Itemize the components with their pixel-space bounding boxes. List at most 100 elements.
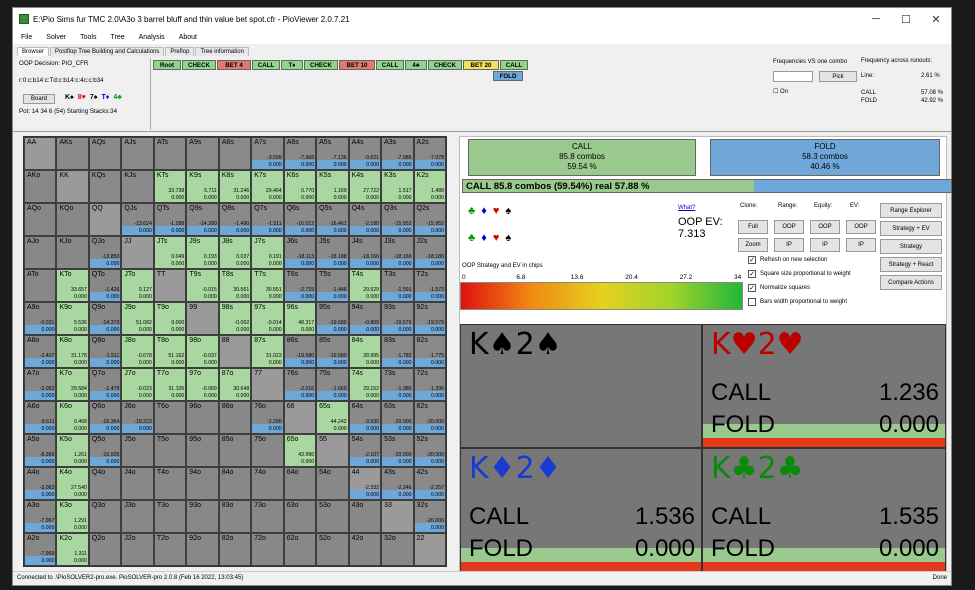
hand-cell[interactable]: 44 -2.332 0.000 (348, 467, 382, 500)
hand-cell[interactable]: J5o (121, 434, 154, 467)
hand-cell[interactable]: 52o (316, 533, 349, 566)
hand-cell[interactable]: T9o 0.000 0.000 (153, 302, 187, 335)
hand-cell[interactable]: T7o 31.105 0.000 (153, 368, 187, 401)
hand-cell[interactable]: 55 (316, 434, 349, 467)
hand-cell[interactable]: 53o (316, 500, 349, 533)
range-oop-button[interactable]: OOP (774, 220, 804, 234)
club-icon[interactable]: ♣ (468, 232, 475, 244)
hand-cell[interactable]: 65o 43.996 0.000 (283, 434, 317, 467)
option-checkbox[interactable]: ✓ Refresh on new selection (748, 256, 827, 264)
hand-cell[interactable]: Q9o -14.373 0.000 (88, 302, 122, 335)
menu-item-about[interactable]: About (179, 34, 197, 41)
hand-cell[interactable]: 62s -20.000 0.000 (413, 401, 446, 434)
hand-cell[interactable]: 87s 31.023 0.000 (251, 335, 284, 368)
hand-cell[interactable]: 33 (381, 500, 414, 533)
spade-icon[interactable]: ♠ (505, 232, 511, 244)
hand-cell[interactable]: QTo -1.426 0.000 (88, 269, 122, 302)
what-link[interactable]: What? (678, 205, 695, 211)
hand-cell[interactable]: 66 (283, 401, 317, 434)
hand-cell[interactable]: A6s -7.968 0.000 (283, 137, 317, 170)
hand-cell[interactable]: Q6s -16.012 0.000 (283, 203, 317, 236)
hand-cell[interactable]: 32s -20.000 0.000 (413, 500, 446, 533)
hand-cell[interactable]: A4o -3.063 0.000 (24, 467, 57, 500)
hand-cell[interactable]: 74s 29.152 0.000 (348, 368, 382, 401)
hand-cell[interactable]: 43s -2.246 0.000 (381, 467, 414, 500)
tree-node[interactable]: FOLD (493, 71, 523, 81)
hand-cell[interactable]: J9s 0.193 0.000 (186, 236, 219, 269)
hand-cell[interactable]: A7s -3.599 0.000 (251, 137, 284, 170)
hand-cell[interactable]: K7s 29.464 0.000 (251, 170, 284, 203)
hand-cell[interactable]: T6s -2.715 0.000 (283, 269, 317, 302)
maximize-icon[interactable]: ☐ (891, 13, 921, 26)
hand-cell[interactable]: A6o -8.611 0.000 (24, 401, 57, 434)
hand-cell[interactable]: Q6o -16.364 0.000 (88, 401, 122, 434)
hand-cell[interactable]: 43o (348, 500, 382, 533)
hand-cell[interactable]: T2s -1.573 0.000 (413, 269, 446, 302)
hand-cell[interactable]: 83o (218, 500, 252, 533)
hand-cell[interactable]: KQo (56, 203, 89, 236)
hand-cell[interactable]: 77 (251, 368, 284, 401)
strategy-react-button[interactable]: Strategy + React (880, 257, 942, 272)
tree-node[interactable]: BET 4 (217, 60, 251, 70)
hand-cell[interactable]: 84s 28.995 0.000 (348, 335, 382, 368)
menu-item-tools[interactable]: Tools (80, 34, 96, 41)
hand-cell[interactable]: 52s -20.000 0.000 (413, 434, 446, 467)
ev-ip-button[interactable]: IP (846, 238, 876, 252)
hand-cell[interactable]: K2o 1.311 0.000 (56, 533, 89, 566)
hand-cell[interactable]: J9o 51.082 0.000 (121, 302, 154, 335)
suit-filter-row-1[interactable]: ♣ ♦ ♥ ♠ (468, 205, 511, 217)
hand-cell[interactable]: K5s 1.169 0.000 (316, 170, 349, 203)
hand-cell[interactable]: 64o (283, 467, 317, 500)
hand-cell[interactable]: T6o (153, 401, 187, 434)
option-checkbox[interactable]: ✓ Square size proportional to weight (748, 270, 851, 278)
hand-cell[interactable]: K7o 29.584 0.000 (56, 368, 89, 401)
hand-cell[interactable]: 73o (251, 500, 284, 533)
hand-cell[interactable]: KK (56, 170, 89, 203)
hand-cell[interactable]: 87o 30.648 0.000 (218, 368, 252, 401)
hand-cell[interactable]: K9s 5.711 0.000 (186, 170, 219, 203)
hand-cell[interactable]: QQ (88, 203, 122, 236)
hand-cell[interactable]: 32o (381, 533, 414, 566)
hand-cell[interactable]: Q9s -14.390 0.000 (186, 203, 219, 236)
hand-cell[interactable]: J7o -0.023 0.000 (121, 368, 154, 401)
hand-cell[interactable]: T2o (153, 533, 187, 566)
hand-cell[interactable]: 72o (251, 533, 284, 566)
hand-cell[interactable]: T3s -1.591 0.000 (381, 269, 414, 302)
hand-cell[interactable]: KTs 33.738 0.000 (153, 170, 187, 203)
menu-item-solver[interactable]: Solver (46, 34, 66, 41)
hand-cell[interactable]: 54s -2.107 0.000 (348, 434, 382, 467)
combo-cell[interactable]: K♦2♦ CALL 1.536 FOLD 0.000 (460, 448, 702, 572)
menu-item-file[interactable]: File (21, 34, 32, 41)
hand-cell[interactable]: AJo (24, 236, 57, 269)
hand-cell[interactable]: 84o (218, 467, 252, 500)
hand-cell[interactable]: 62o (283, 533, 317, 566)
hand-cell[interactable]: 22 (413, 533, 446, 566)
hand-cell[interactable]: 42s -2.257 0.000 (413, 467, 446, 500)
hand-cell[interactable]: A2s -7.078 0.000 (413, 137, 446, 170)
hand-cell[interactable]: 88 (218, 335, 252, 368)
tree-node[interactable]: T♦ (281, 60, 303, 70)
compare-actions-button[interactable]: Compare Actions (880, 275, 942, 290)
board-button[interactable]: Board (23, 94, 55, 104)
hand-cell[interactable]: KJo (56, 236, 89, 269)
tree-node[interactable]: CHECK (304, 60, 338, 70)
tree-node[interactable]: CALL (500, 60, 528, 70)
tree-node[interactable]: 4♣ (405, 60, 427, 70)
close-icon[interactable]: ✕ (921, 13, 951, 26)
hand-cell[interactable]: 54o (316, 467, 349, 500)
hand-cell[interactable]: J2s -18.180 0.000 (413, 236, 446, 269)
menu-item-tree[interactable]: Tree (110, 34, 124, 41)
hand-cell[interactable]: Q8s -1.490 0.000 (218, 203, 252, 236)
hand-cell[interactable]: JTs 0.049 0.000 (153, 236, 187, 269)
hand-cell[interactable]: T8s 30.561 0.000 (218, 269, 252, 302)
tree-node[interactable]: BET 10 (339, 60, 375, 70)
checkbox-box[interactable]: ✓ (748, 270, 756, 278)
hand-cell[interactable]: 63s -20.000 0.000 (381, 401, 414, 434)
hand-cell[interactable]: J3s -18.166 0.000 (381, 236, 414, 269)
hand-cell[interactable]: 73s -1.380 0.000 (381, 368, 414, 401)
hand-cell[interactable]: T5o (153, 434, 187, 467)
hand-cell[interactable]: 92s -19.579 0.000 (413, 302, 446, 335)
hand-cell[interactable]: KQs (88, 170, 122, 203)
hand-cell[interactable]: A5s -7.136 0.000 (316, 137, 349, 170)
hand-cell[interactable]: 86o (218, 401, 252, 434)
